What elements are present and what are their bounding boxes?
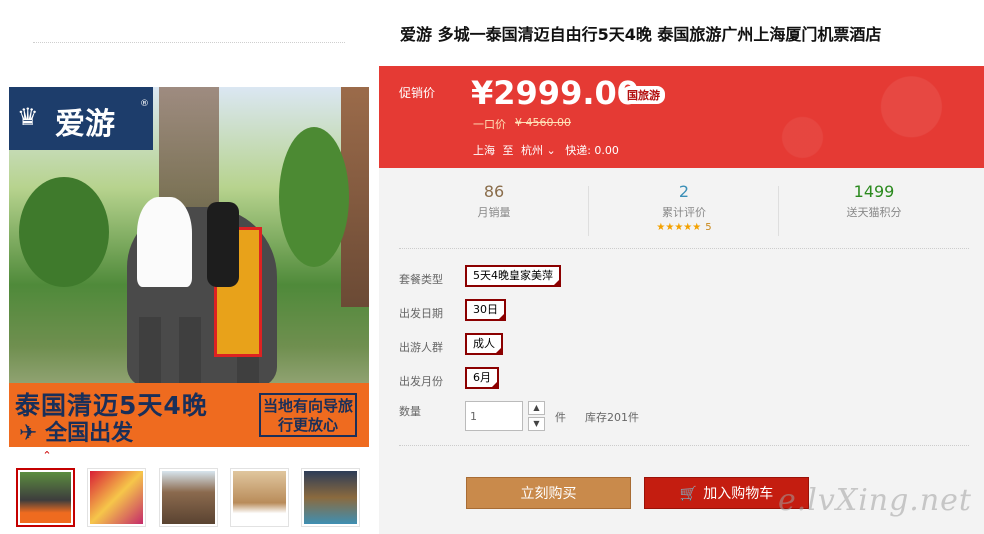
brand-logo: ♛ 爱游 ® bbox=[9, 87, 153, 150]
dotted-divider bbox=[399, 445, 969, 446]
thumb-temple bbox=[162, 471, 215, 524]
stat-monthly-sales: 86 月销量 bbox=[399, 182, 589, 220]
thumb-dancer bbox=[90, 471, 143, 524]
thumb-hotel-room bbox=[233, 471, 286, 524]
promo-price-label: 促销价 bbox=[399, 86, 436, 100]
buy-now-button[interactable]: 立刻购买 bbox=[466, 477, 631, 509]
ship-from-city: 上海 bbox=[473, 144, 495, 157]
chevron-down-icon: ⌄ bbox=[546, 144, 556, 157]
groom-figure bbox=[207, 202, 239, 287]
promo-banner: 泰国清迈5天4晚 ✈ 全国出发 当地有向导旅行更放心 bbox=[9, 383, 369, 447]
quantity-input[interactable]: 1 bbox=[465, 401, 523, 431]
main-product-image[interactable]: ♛ 爱游 ® 泰国清迈5天4晚 ✈ 全国出发 当地有向导旅行更放心 bbox=[9, 87, 369, 447]
purchase-panel: 86 月销量 2 累计评价 ★★★★★ 5 1499 送天猫积分 套餐类型 5天4… bbox=[379, 168, 984, 534]
banner-subtitle-text: 全国出发 bbox=[45, 421, 134, 446]
shipping-fee: 快递: 0.00 bbox=[565, 144, 619, 157]
thumb-elephant bbox=[20, 472, 71, 523]
thumb-pool bbox=[304, 471, 357, 524]
quantity-label: 数量 bbox=[399, 405, 421, 418]
crown-icon: ♛ bbox=[17, 103, 39, 131]
thumbnail-temple[interactable] bbox=[159, 468, 218, 527]
stat-value: 86 bbox=[483, 182, 505, 201]
shipping-info: 上海 至 杭州 ⌄ 快递: 0.00 bbox=[473, 142, 619, 158]
departure-month-label: 出发月份 bbox=[399, 375, 443, 388]
ship-to-city: 杭州 bbox=[521, 144, 543, 157]
brand-name: 爱游 bbox=[55, 107, 115, 142]
original-price-label: 一口价 bbox=[473, 118, 506, 131]
quantity-unit: 件 bbox=[555, 411, 566, 424]
rating-score: 5 bbox=[705, 222, 712, 233]
stock-info: 库存201件 bbox=[585, 411, 639, 424]
registered-mark: ® bbox=[140, 99, 149, 109]
price-badge: 国旅游 bbox=[622, 86, 665, 104]
stat-reviews[interactable]: 2 累计评价 ★★★★★ 5 bbox=[589, 182, 779, 233]
package-type-option[interactable]: 5天4晚皇家美萍 bbox=[465, 265, 561, 287]
star-icons: ★★★★★ bbox=[656, 222, 702, 233]
price-panel: 促销价 ¥2999.00 国旅游 一口价 ¥ 4560.00 上海 至 杭州 ⌄… bbox=[379, 66, 984, 168]
quantity-decrease-button[interactable]: ▼ bbox=[528, 417, 545, 431]
elephant-leg bbox=[179, 317, 201, 387]
banner-guide-box: 当地有向导旅行更放心 bbox=[259, 393, 357, 437]
stat-label: 累计评价 bbox=[662, 206, 706, 219]
package-type-label: 套餐类型 bbox=[399, 273, 443, 286]
plane-icon: ✈ bbox=[19, 421, 38, 446]
original-price: ¥ 4560.00 bbox=[515, 116, 571, 129]
product-title: 爱游 多城一泰国清迈自由行5天4晚 泰国旅游广州上海厦门机票酒店 bbox=[400, 25, 882, 44]
bride-figure bbox=[137, 197, 192, 287]
banner-subtitle: ✈ 全国出发 bbox=[19, 415, 133, 447]
stat-value: 1499 bbox=[853, 182, 895, 201]
top-divider bbox=[33, 42, 345, 43]
add-to-cart-label: 加入购物车 bbox=[703, 486, 774, 502]
quantity-increase-button[interactable]: ▲ bbox=[528, 401, 545, 415]
departure-month-option[interactable]: 6月 bbox=[465, 367, 499, 389]
thumbnail-pool[interactable] bbox=[301, 468, 360, 527]
traveler-group-label: 出游人群 bbox=[399, 341, 443, 354]
traveler-group-option[interactable]: 成人 bbox=[465, 333, 503, 355]
thumbnail-hotel-room[interactable] bbox=[230, 468, 289, 527]
cart-icon: 🛒 bbox=[679, 486, 698, 502]
ship-to-word: 至 bbox=[502, 144, 514, 157]
site-watermark: e.lvXing.net bbox=[778, 483, 972, 518]
thumbnail-elephant[interactable] bbox=[16, 468, 75, 527]
stat-label: 送天猫积分 bbox=[846, 206, 902, 219]
departure-date-option[interactable]: 30日 bbox=[465, 299, 506, 321]
elephant-leg bbox=[139, 317, 161, 387]
rating-stars: ★★★★★ 5 bbox=[589, 222, 779, 233]
stat-value: 2 bbox=[678, 182, 690, 201]
tree bbox=[19, 177, 109, 287]
dotted-divider bbox=[399, 248, 969, 249]
thumbnail-pointer-icon: ⌃ bbox=[42, 449, 52, 462]
ship-to-city-select[interactable]: 杭州 ⌄ bbox=[521, 144, 556, 157]
stat-label: 月销量 bbox=[477, 206, 511, 219]
departure-date-label: 出发日期 bbox=[399, 307, 443, 320]
stat-points: 1499 送天猫积分 bbox=[779, 182, 969, 220]
tree bbox=[279, 127, 349, 267]
thumbnail-dancer[interactable] bbox=[87, 468, 146, 527]
promo-price: ¥2999.00 bbox=[471, 74, 640, 112]
